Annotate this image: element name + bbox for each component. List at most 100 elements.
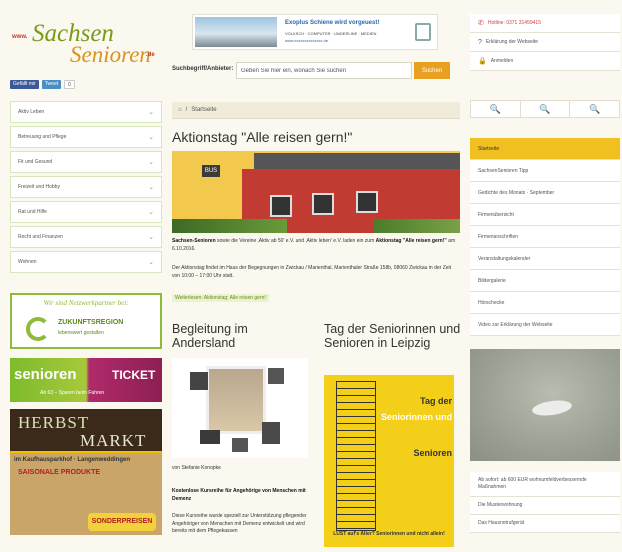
andersland-text: Diese Kursreihe wurde speziell zur Unter…	[172, 513, 307, 534]
nav-label: Rat und Hilfe	[18, 209, 47, 215]
social-buttons: Gefällt mir Tweet 0	[10, 80, 75, 89]
facebook-like-button[interactable]: Gefällt mir	[10, 80, 39, 89]
breadcrumb: ⌂ / Startseite	[172, 102, 460, 119]
window	[270, 195, 292, 217]
article-intro-text: sowie die Vereine ‚Aktiv ab 50' e.V. und…	[215, 238, 376, 244]
herbst-word: HERBST	[18, 413, 90, 432]
senioren-ticket-ad[interactable]: senioren TICKET Ab 63 – Sparen beim Fahr…	[10, 358, 162, 402]
chevron-down-icon: ⌄	[148, 184, 154, 191]
rnav-item-hoerschecke[interactable]: Hörschecke	[470, 292, 620, 314]
hotline-link[interactable]: ✆ Hotline: 0371 31459415	[470, 14, 620, 33]
nav-item-recht[interactable]: Recht und Finanzen ⌄	[10, 226, 162, 248]
page: www. Sachsen Senioren .de Gefällt mir Tw…	[0, 0, 622, 552]
chevron-down-icon: ⌄	[148, 259, 154, 266]
nav-label: Betreuung und Pflege	[18, 134, 67, 140]
zukunft-subtitle: lebenswert gestalten	[58, 330, 104, 336]
zoom-reset-icon[interactable]: 🔍	[521, 101, 571, 117]
markt-word: MARKT	[80, 431, 147, 450]
chevron-down-icon: ⌄	[148, 109, 154, 116]
hotline-label: Hotline: 0371 31459415	[487, 20, 541, 26]
puzzle-piece	[232, 438, 248, 452]
puzzle-piece	[268, 368, 284, 384]
rnav-item-startseite[interactable]: Startseite	[470, 138, 620, 160]
herbst-products: SAISONALE PRODUKTE	[18, 469, 101, 476]
lock-icon: 🔒	[478, 58, 487, 65]
photo-object	[531, 398, 573, 418]
tower-illustration	[336, 381, 376, 531]
nav-label: Recht und Finanzen	[18, 234, 63, 240]
puzzle-piece	[200, 430, 220, 444]
puzzle-image[interactable]	[172, 358, 308, 458]
site-help-label: Erklärung der Webseite	[485, 39, 539, 45]
rnav-item-gedichte[interactable]: Gedichte des Monats · September	[470, 182, 620, 204]
chevron-down-icon: ⌄	[148, 159, 154, 166]
zukunft-logo-icon	[26, 317, 50, 341]
nav-item-freizeit[interactable]: Freizeit und Hobby ⌄	[10, 176, 162, 198]
rnav-item-kalender[interactable]: Veranstaltungskalender	[470, 248, 620, 270]
ticket-ticket: TICKET	[112, 368, 156, 382]
header-banner-ad[interactable]: Exoplus Schiene wird vorgeuest! VOLKSCH …	[192, 14, 438, 50]
login-link[interactable]: 🔒 Anmelden	[470, 52, 620, 71]
chevron-down-icon: ⌄	[148, 234, 154, 241]
rnav-item-firmenanschriften[interactable]: Firmenanschriften	[470, 226, 620, 248]
nav-item-aktiv-leben[interactable]: Aktiv Leben ⌄	[10, 101, 162, 123]
leipzig-poster[interactable]: Tag der Seniorinnen und Senioren LUST au…	[324, 375, 454, 547]
ticket-sub: Ab 63 – Sparen beim Fahren	[40, 390, 105, 396]
tweet-button[interactable]: Tweet	[41, 80, 62, 89]
puzzle-piece	[190, 372, 208, 390]
andersland-subtitle: Kostenlose Kursreihe für Angehörige von …	[172, 488, 306, 502]
breadcrumb-startseite[interactable]: Startseite	[191, 107, 216, 113]
herbstmarkt-ad[interactable]: HERBST MARKT im Kaufhausparkhof · Langen…	[10, 409, 162, 535]
search-button[interactable]: Suchen	[414, 62, 450, 79]
banner-url: www.xxxxxxxxxxxxxx.de	[285, 38, 329, 43]
login-label: Anmelden	[490, 58, 514, 64]
window	[356, 191, 378, 213]
image-credit: von Stefanie Konopke	[172, 465, 221, 471]
banner-title: Exoplus Schiene wird vorgeuest!	[285, 20, 380, 26]
search-input[interactable]	[236, 62, 412, 79]
chevron-down-icon: ⌄	[148, 209, 154, 216]
question-icon: ?	[478, 38, 482, 46]
ticket-senioren: senioren	[14, 366, 77, 383]
list-item[interactable]: Ab sofort: ab 600 EUR wohnumfeldverbesse…	[470, 472, 620, 497]
banner-subline: VOLKSCH · COMPUTER · UNDERLINE · MEDIEN	[285, 31, 377, 36]
logo-de: .de	[146, 52, 155, 58]
window	[312, 193, 334, 215]
zukunftsregion-ad[interactable]: Wir sind Netzwerkpartner bei: ZUKUNFTSRE…	[10, 293, 162, 349]
list-item[interactable]: Das Hausnotrufgerät	[470, 515, 620, 533]
right-link-list: Ab sofort: ab 600 EUR wohnumfeldverbesse…	[470, 472, 620, 533]
chevron-down-icon: ⌄	[148, 134, 154, 141]
phone-icon: ✆	[478, 20, 484, 27]
article-intro-event: Aktionstag "Alle reisen gern!"	[375, 238, 447, 244]
home-icon[interactable]: ⌂	[178, 107, 182, 113]
nav-item-rat[interactable]: Rat und Hilfe ⌄	[10, 201, 162, 223]
rnav-item-video[interactable]: Video zur Erklärung der Webseite	[470, 314, 620, 336]
article-title[interactable]: Aktionstag "Alle reisen gern!"	[172, 129, 352, 145]
nav-label: Aktiv Leben	[18, 109, 45, 115]
zukunft-title: ZUKUNFTSREGION	[58, 319, 124, 326]
zoom-toolbar: 🔍 🔍 🔍	[470, 100, 620, 118]
section-title-tag-der-senioren[interactable]: Tag der Seniorinnen und Senioren in Leip…	[324, 322, 464, 350]
poster-footer: LUST auf's Alter? Seniorinnen und nicht …	[333, 531, 445, 537]
nav-item-wohnen[interactable]: Wohnen ⌄	[10, 251, 162, 273]
zoom-in-icon[interactable]: 🔍	[471, 101, 521, 117]
site-logo[interactable]: www. Sachsen Senioren .de	[10, 14, 162, 68]
nav-label: Fit und Gesund	[18, 159, 53, 165]
list-item[interactable]: Die Musterwohnung	[470, 497, 620, 515]
right-nav: Startseite SachsenSenioren Tipp Gedichte…	[470, 138, 620, 336]
article-body: Der Aktionstag findet im Haus der Begegn…	[172, 265, 452, 279]
site-help-link[interactable]: ? Erklärung der Webseite	[470, 33, 620, 52]
nav-item-betreuung[interactable]: Betreuung und Pflege ⌄	[10, 126, 162, 148]
search-label: Suchbegriff/Anbieter:	[172, 66, 234, 72]
nav-item-fit[interactable]: Fit und Gesund ⌄	[10, 151, 162, 173]
bus-sign: BUS	[202, 165, 220, 177]
rnav-item-tipp[interactable]: SachsenSenioren Tipp	[470, 160, 620, 182]
rnav-item-firmenuebersicht[interactable]: Firmenübersicht	[470, 204, 620, 226]
section-title-andersland[interactable]: Begleitung im Andersland	[172, 322, 312, 350]
woman-photo	[206, 366, 266, 434]
zoom-out-icon[interactable]: 🔍	[570, 101, 619, 117]
sidebar-photo	[470, 349, 620, 461]
herbst-prices: SONDERPREISEN	[88, 513, 156, 531]
read-more-link[interactable]: Weiterlesen: Aktionstag: Alle reisen ger…	[172, 294, 269, 302]
rnav-item-bildergalerie[interactable]: Bildergalerie	[470, 270, 620, 292]
